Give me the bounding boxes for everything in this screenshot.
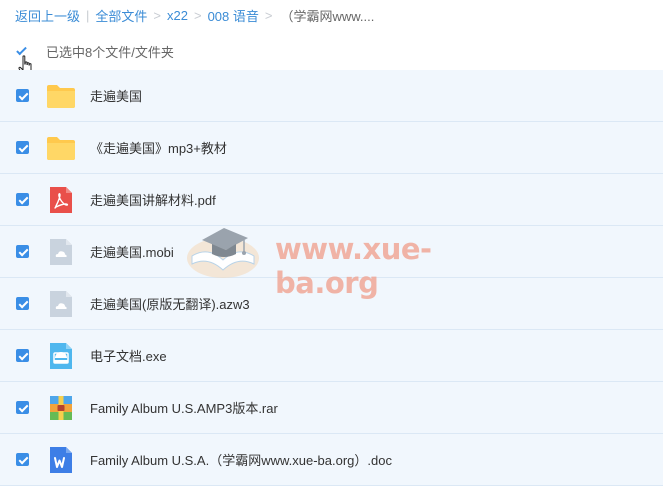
row-checkbox[interactable] <box>16 141 29 154</box>
breadcrumb-folder-voice[interactable]: 008 语音 <box>208 6 259 25</box>
file-list: 走遍美国 《走遍美国》mp3+教材 走遍美国讲解材料.pdf 走遍美国.mobi <box>0 70 663 486</box>
file-name[interactable]: Family Album U.S.A.（学霸网www.xue-ba.org）.d… <box>90 450 392 469</box>
row-checkbox[interactable] <box>16 193 29 206</box>
word-icon <box>50 447 72 473</box>
breadcrumb-separator: > <box>264 7 273 23</box>
list-item[interactable]: 走遍美国讲解材料.pdf <box>0 174 663 226</box>
file-name[interactable]: 电子文档.exe <box>90 346 167 365</box>
row-checkbox[interactable] <box>16 453 29 466</box>
list-item[interactable]: Family Album U.S.A.（学霸网www.xue-ba.org）.d… <box>0 434 663 486</box>
row-checkbox[interactable] <box>16 245 29 258</box>
file-name[interactable]: 走遍美国讲解材料.pdf <box>90 190 216 209</box>
breadcrumb-separator: | <box>86 7 90 23</box>
breadcrumb-current: （学霸网www.... <box>280 8 375 24</box>
selection-count-label: 已选中8个文件/文件夹 <box>46 44 174 60</box>
file-name[interactable]: 走遍美国.mobi <box>90 242 174 261</box>
file-name[interactable]: 《走遍美国》mp3+教材 <box>90 138 227 157</box>
rar-icon <box>50 396 72 420</box>
folder-icon <box>47 137 75 160</box>
file-name[interactable]: 走遍美国(原版无翻译).azw3 <box>90 294 250 313</box>
breadcrumb-separator: > <box>153 7 162 23</box>
file-name[interactable]: Family Album U.S.AMP3版本.rar <box>90 398 278 417</box>
row-checkbox[interactable] <box>16 89 29 102</box>
row-checkbox[interactable] <box>16 297 29 310</box>
selection-bar: 已选中8个文件/文件夹 <box>15 40 174 62</box>
list-item[interactable]: Family Album U.S.AMP3版本.rar <box>0 382 663 434</box>
exe-icon <box>50 343 72 369</box>
list-item[interactable]: 走遍美国 <box>0 70 663 122</box>
list-item[interactable]: 走遍美国.mobi <box>0 226 663 278</box>
list-item[interactable]: 《走遍美国》mp3+教材 <box>0 122 663 174</box>
list-item[interactable]: 走遍美国(原版无翻译).azw3 <box>0 278 663 330</box>
list-item[interactable]: 电子文档.exe <box>0 330 663 382</box>
row-checkbox[interactable] <box>16 349 29 362</box>
pdf-icon <box>50 187 72 213</box>
row-checkbox[interactable] <box>16 401 29 414</box>
breadcrumb: 返回上一级 | 全部文件 > x22 > 008 语音 > （学霸网www...… <box>15 6 374 24</box>
breadcrumb-separator: > <box>193 7 202 23</box>
breadcrumb-folder-x22[interactable]: x22 <box>167 8 188 23</box>
all-files-link[interactable]: 全部文件 <box>95 6 147 25</box>
file-name[interactable]: 走遍美国 <box>90 86 142 105</box>
ebook-icon <box>50 239 72 265</box>
ebook-icon <box>50 291 72 317</box>
folder-icon <box>47 85 75 108</box>
back-link[interactable]: 返回上一级 <box>15 6 80 25</box>
